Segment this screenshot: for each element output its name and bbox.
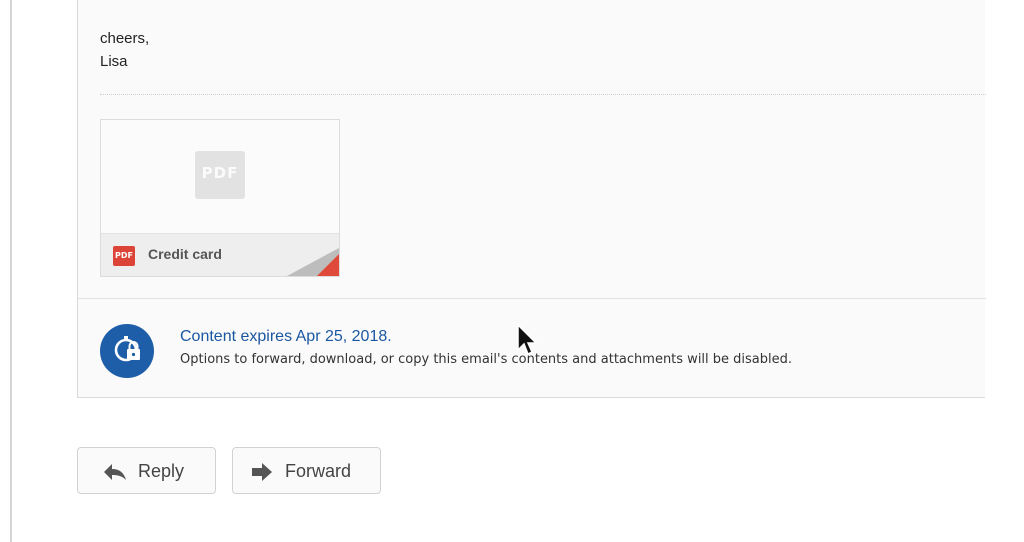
reply-button-label: Reply bbox=[138, 461, 185, 481]
signoff-name: Lisa bbox=[100, 53, 128, 70]
attachment-name: Credit card bbox=[148, 246, 222, 262]
signoff-line: cheers, bbox=[100, 30, 150, 47]
pdf-badge-label: PDF bbox=[115, 251, 133, 260]
file-corner-fold-icon bbox=[287, 248, 339, 276]
attachment-thumbnail[interactable]: PDF bbox=[101, 120, 339, 233]
attachment-footer: PDF Credit card bbox=[101, 233, 339, 276]
pdf-file-icon: PDF bbox=[195, 151, 245, 199]
thread-left-border bbox=[10, 0, 12, 542]
mouse-pointer-icon bbox=[517, 324, 538, 356]
clock-lock-icon bbox=[100, 324, 154, 378]
forward-button-label: Forward bbox=[285, 461, 352, 481]
pdf-file-icon-label: PDF bbox=[201, 164, 239, 182]
expiration-title: Content expires Apr 25, 2018. bbox=[180, 328, 392, 345]
attachments-divider bbox=[100, 94, 986, 95]
attachment-credit-card[interactable]: PDF PDF Credit card bbox=[100, 119, 340, 277]
forward-button[interactable]: Forward bbox=[232, 447, 381, 494]
expiration-divider bbox=[78, 298, 986, 299]
reply-arrow-icon bbox=[104, 464, 126, 480]
reply-button[interactable]: Reply bbox=[77, 447, 216, 494]
expiration-description: Options to forward, download, or copy th… bbox=[180, 352, 793, 367]
pdf-badge-icon: PDF bbox=[113, 246, 135, 266]
forward-arrow-icon bbox=[252, 463, 272, 481]
message-signoff: cheers, Lisa bbox=[100, 27, 149, 73]
